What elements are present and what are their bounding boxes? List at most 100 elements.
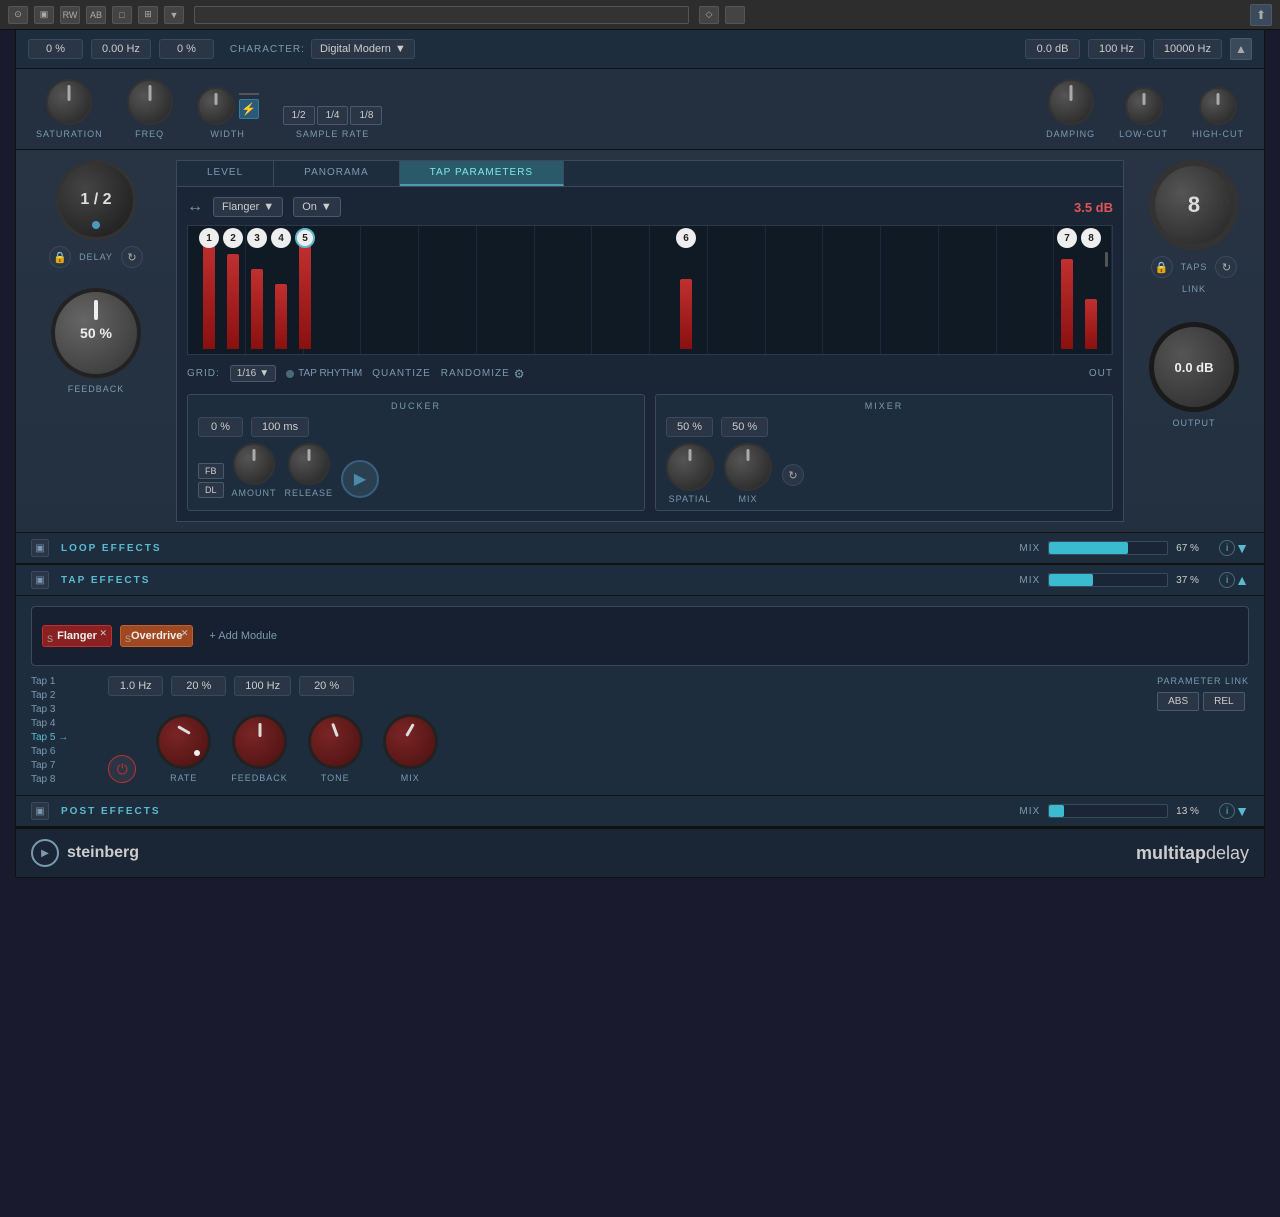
tap-item-8[interactable]: 8 <box>1085 226 1097 349</box>
window-scroll[interactable]: ⬆ <box>1250 4 1272 26</box>
effect-type-select[interactable]: Flanger ▼ <box>213 197 283 217</box>
tap-bar-5[interactable] <box>299 244 311 349</box>
high-freq-display[interactable]: 10000 Hz <box>1153 39 1222 59</box>
on-off-select[interactable]: On ▼ <box>293 197 341 217</box>
mix-link-icon[interactable]: ↻ <box>782 464 804 486</box>
os-btn-7[interactable]: ▼ <box>164 6 184 24</box>
tap-number-6[interactable]: 6 <box>676 228 696 248</box>
ducker-release-knob[interactable] <box>288 443 330 485</box>
loop-effects-strip[interactable]: ▣ LOOP EFFECTS MIX 67 % i ▼ <box>16 532 1264 564</box>
tap-list-6[interactable]: Tap 6 <box>31 746 68 757</box>
post-effects-arrow[interactable]: ▼ <box>1235 803 1249 819</box>
saturation-display[interactable]: 0 % <box>28 39 83 59</box>
overdrive-s[interactable]: S <box>125 634 131 644</box>
db-display[interactable]: 0.0 dB <box>1025 39 1080 59</box>
low-freq-display[interactable]: 100 Hz <box>1088 39 1145 59</box>
tap-rhythm[interactable]: TAP RHYTHM <box>286 368 362 379</box>
tap-item-4[interactable]: 4 <box>275 226 287 349</box>
tap-number-5[interactable]: 5 <box>295 228 315 248</box>
tab-panorama[interactable]: PANORAMA <box>274 161 400 186</box>
os-camera[interactable] <box>725 6 745 24</box>
tap-bar-6[interactable] <box>680 279 692 349</box>
tap-number-8[interactable]: 8 <box>1081 228 1101 248</box>
overdrive-close[interactable]: ✕ <box>181 628 189 639</box>
tap-bar-1[interactable] <box>203 239 215 349</box>
taps-sync-icon[interactable]: ↻ <box>1215 256 1237 278</box>
os-btn-5[interactable]: □ <box>112 6 132 24</box>
tap-info-icon[interactable]: i <box>1219 572 1235 588</box>
ducker-release-display[interactable]: 100 ms <box>251 417 309 437</box>
rel-button[interactable]: REL <box>1203 692 1244 711</box>
loop-effects-reset[interactable]: ▣ <box>31 539 49 557</box>
tap-bar-8[interactable] <box>1085 299 1097 349</box>
mixer-mix-display[interactable]: 50 % <box>721 417 768 437</box>
quantize-button[interactable]: QUANTIZE <box>372 368 431 379</box>
ducker-amount-knob[interactable] <box>233 443 275 485</box>
tap-item-7[interactable]: 7 <box>1061 226 1073 349</box>
tap-item-2[interactable]: 2 <box>227 226 239 349</box>
high-cut-knob[interactable] <box>1199 87 1237 125</box>
feedback-knob[interactable]: 50 % <box>51 288 141 378</box>
taps-lock-icon[interactable]: 🔒 <box>1151 256 1173 278</box>
post-effects-strip[interactable]: ▣ POST EFFECTS MIX 13 % i ▼ <box>16 795 1264 827</box>
os-btn-3[interactable]: RW <box>60 6 80 24</box>
tap-back-arrow[interactable]: ↔ <box>187 198 203 216</box>
tap-item-6[interactable]: 6 <box>680 226 692 349</box>
tap-item-3[interactable]: 3 <box>251 226 263 349</box>
tap-effects-reset[interactable]: ▣ <box>31 571 49 589</box>
tap-number-3[interactable]: 3 <box>247 228 267 248</box>
tap-effects-strip[interactable]: ▣ TAP EFFECTS MIX 37 % i ▲ <box>16 564 1264 596</box>
tap-effects-arrow[interactable]: ▲ <box>1235 572 1249 588</box>
tap-bar-3[interactable] <box>251 269 263 349</box>
os-btn-1[interactable]: ⊙ <box>8 6 28 24</box>
top-scroll-up[interactable]: ▲ <box>1230 38 1252 60</box>
os-btn-4[interactable]: AB <box>86 6 106 24</box>
tap-list-4[interactable]: Tap 4 <box>31 718 68 729</box>
post-info-icon[interactable]: i <box>1219 803 1235 819</box>
lightning-button[interactable]: ⚡ <box>239 99 259 119</box>
tap-list-3[interactable]: Tap 3 <box>31 704 68 715</box>
dl-button[interactable]: DL <box>198 482 224 498</box>
tap-number-7[interactable]: 7 <box>1057 228 1077 248</box>
taps-knob[interactable]: 8 <box>1149 160 1239 250</box>
post-effects-reset[interactable]: ▣ <box>31 802 49 820</box>
tone-knob[interactable] <box>308 714 363 769</box>
tab-level[interactable]: LEVEL <box>177 161 274 186</box>
os-btn-6[interactable]: ⊞ <box>138 6 158 24</box>
freq-display[interactable]: 0.00 Hz <box>91 39 151 59</box>
tap-list-2[interactable]: Tap 2 <box>31 690 68 701</box>
saturation-knob[interactable] <box>46 79 92 125</box>
flanger-close[interactable]: ✕ <box>99 628 107 639</box>
flanger-s[interactable]: S <box>47 634 53 644</box>
play-button[interactable]: ▶ <box>341 460 379 498</box>
tap-scrollbar[interactable] <box>1105 252 1108 267</box>
spatial-knob[interactable] <box>666 443 714 491</box>
tap-number-2[interactable]: 2 <box>223 228 243 248</box>
flanger-module[interactable]: ✕ Flanger S <box>42 625 112 647</box>
sample-btn-quarter[interactable]: 1/4 <box>317 106 349 125</box>
effect-mix-display[interactable]: 20 % <box>299 676 354 696</box>
os-diamond[interactable]: ◇ <box>699 6 719 24</box>
sample-btn-half[interactable]: 1/2 <box>283 106 315 125</box>
fb-button[interactable]: FB <box>198 463 224 479</box>
width-knob[interactable] <box>197 87 235 125</box>
power-button[interactable]: ⏻ <box>108 755 136 783</box>
ducker-amount-display[interactable]: 0 % <box>198 417 243 437</box>
effect-mix-knob[interactable] <box>383 714 438 769</box>
mixer-mix-knob[interactable] <box>724 443 772 491</box>
tap-bar-4[interactable] <box>275 284 287 349</box>
damping-knob[interactable] <box>1048 79 1094 125</box>
loop-effects-arrow[interactable]: ▼ <box>1235 540 1249 556</box>
abs-button[interactable]: ABS <box>1157 692 1199 711</box>
loop-info-icon[interactable]: i <box>1219 540 1235 556</box>
tone-display[interactable]: 100 Hz <box>234 676 291 696</box>
tab-tap-parameters[interactable]: TAP PARAMETERS <box>400 161 564 186</box>
rate-knob[interactable] <box>156 714 211 769</box>
grid-select[interactable]: 1/16 ▼ <box>230 365 276 382</box>
tap-item-1[interactable]: 1 <box>203 226 215 349</box>
effect-feedback-knob[interactable] <box>232 714 287 769</box>
overdrive-module[interactable]: ✕ Overdrive S <box>120 625 193 647</box>
tap-list-1[interactable]: Tap 1 <box>31 676 68 687</box>
tap-number-4[interactable]: 4 <box>271 228 291 248</box>
width-display[interactable]: 0 % <box>159 39 214 59</box>
